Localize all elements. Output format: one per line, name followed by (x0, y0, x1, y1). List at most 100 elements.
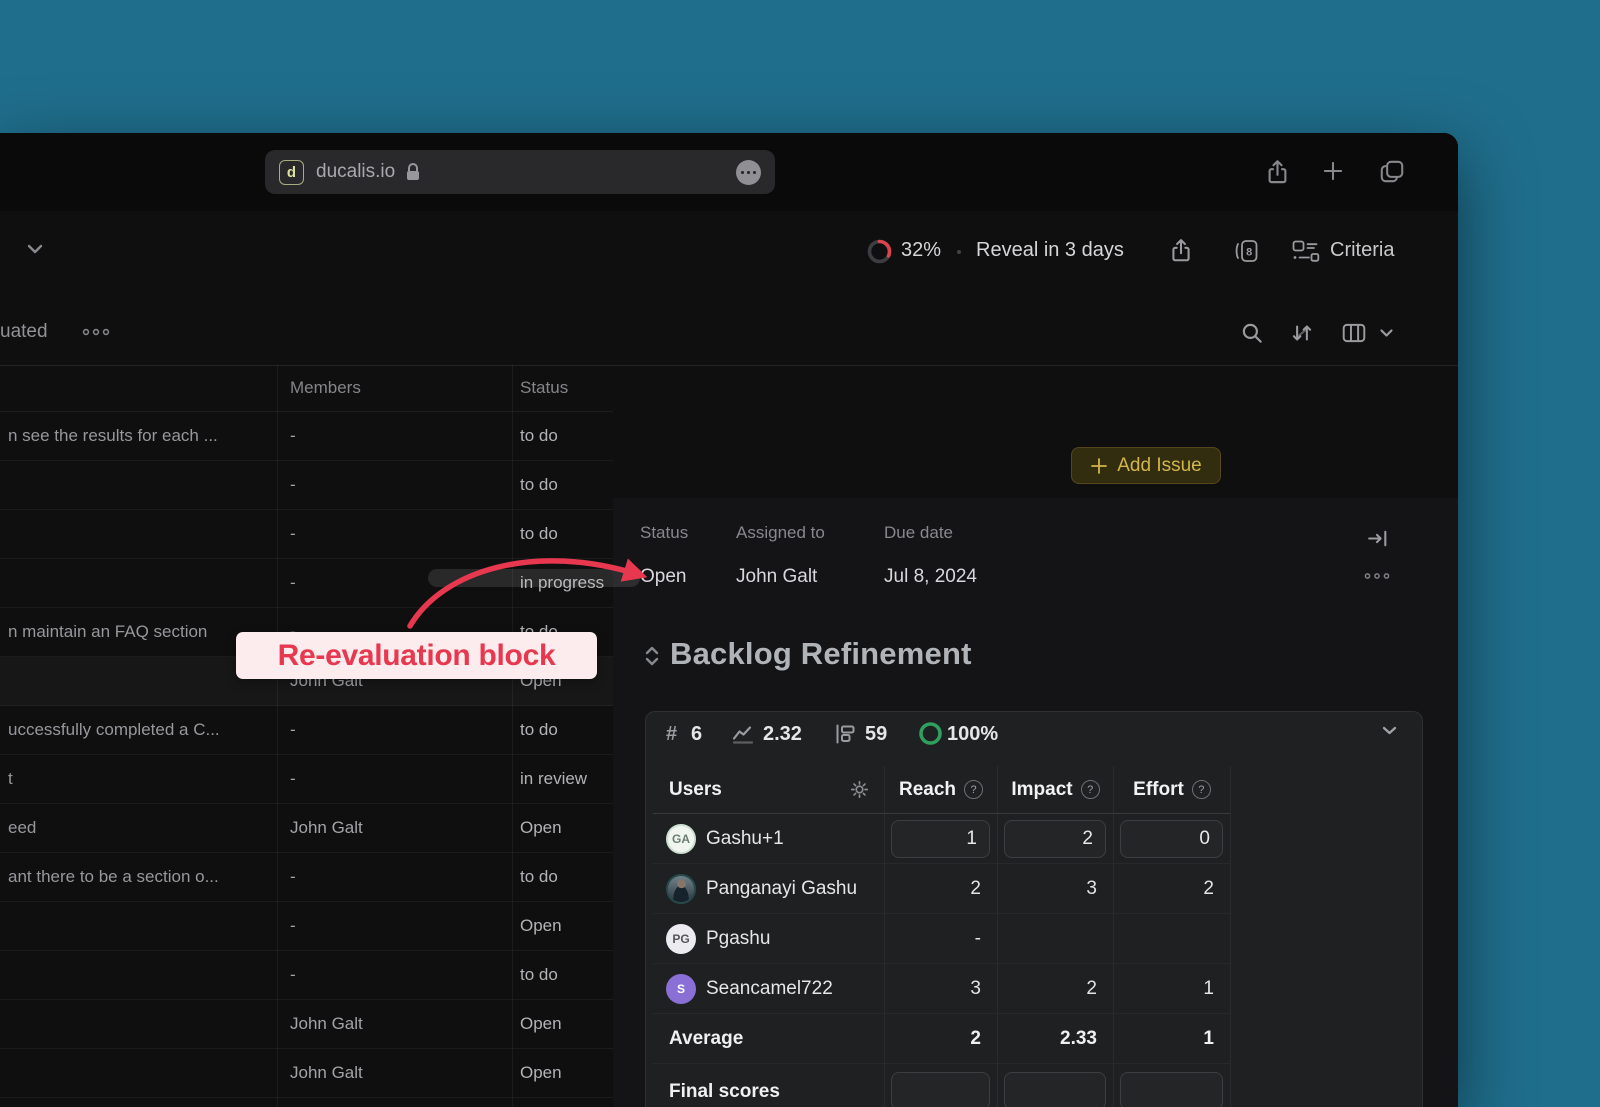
view-chevron-icon[interactable] (1379, 328, 1394, 338)
final-reach-input[interactable] (891, 1072, 990, 1107)
score-row: GA Gashu+1 (653, 814, 1232, 864)
page-menu-icon[interactable] (736, 160, 761, 185)
panel-more-icon[interactable] (1363, 571, 1391, 581)
score-row: Panganayi Gashu 2 3 2 (653, 864, 1232, 914)
user-name: Pgashu (706, 928, 770, 950)
add-issue-label: Add Issue (1117, 455, 1202, 477)
average-reach: 2 (970, 1028, 981, 1050)
final-effort-input[interactable] (1120, 1072, 1223, 1107)
criteria-icon[interactable] (1292, 240, 1320, 264)
average-impact: 2.33 (1060, 1028, 1097, 1050)
board-collapse-chevron-icon[interactable] (26, 243, 44, 255)
issues-count: 6 (691, 723, 702, 746)
table-row[interactable]: ant there to be a section o...-to do (0, 853, 613, 902)
board-title[interactable]: Backlog Refinement (670, 636, 972, 672)
assigned-field-label: Assigned to (736, 523, 825, 543)
table-row[interactable]: eedJohn GaltOpen (0, 804, 613, 853)
sync-board-icon[interactable] (643, 642, 661, 670)
effort-header: Effort (1133, 779, 1184, 801)
table-row[interactable]: uccessfully completed a C...-to do (0, 706, 613, 755)
users-header: Users (669, 779, 722, 801)
final-impact-input[interactable] (1004, 1072, 1106, 1107)
criteria-label[interactable]: Criteria (1330, 239, 1394, 262)
score-row: S Seancamel722 3 2 1 (653, 964, 1232, 1014)
effort-score-input[interactable] (1120, 820, 1223, 858)
table-row[interactable]: John GaltOpen (0, 1000, 613, 1049)
evaluation-card: # 6 2.32 59 100% Users (645, 711, 1423, 1107)
evaluated-percent: 100% (947, 723, 998, 746)
avatar: PG (666, 924, 696, 954)
search-icon[interactable] (1239, 320, 1265, 346)
user-name: Gashu+1 (706, 828, 784, 850)
new-tab-icon[interactable] (1320, 158, 1346, 184)
collapse-panel-icon[interactable] (1365, 526, 1390, 551)
table-row[interactable]: t-in review (0, 755, 613, 804)
avg-score-icon (731, 723, 755, 745)
avatar: S (666, 974, 696, 1004)
list-more-icon[interactable] (81, 326, 111, 338)
average-row: Average 2 2.33 1 (653, 1014, 1232, 1064)
issues-table-body: n see the results for each ...-to do -to… (0, 412, 613, 1098)
impact-header: Impact (1011, 779, 1072, 801)
reveal-countdown[interactable]: Reveal in 3 days (976, 239, 1124, 262)
reach-score: 3 (970, 978, 981, 1000)
assigned-field-value[interactable]: John Galt (736, 566, 817, 588)
average-label: Average (669, 1028, 743, 1050)
card-collapse-chevron-icon[interactable] (1381, 725, 1398, 736)
impact-score: 2 (1086, 978, 1097, 1000)
lock-icon (405, 162, 421, 182)
avg-score-value: 2.32 (763, 723, 802, 746)
cards-stack-icon[interactable]: 8 (1233, 237, 1261, 265)
table-row[interactable]: -to do (0, 461, 613, 510)
score-table: Users Reach ? Impact (653, 766, 1232, 1107)
votes-icon (833, 722, 857, 746)
browser-chrome: d ducalis.io (0, 133, 1458, 211)
evaluation-progress-ring (866, 238, 893, 265)
share-board-icon[interactable] (1168, 236, 1194, 265)
members-column-header[interactable]: Members (277, 378, 512, 398)
table-row[interactable]: -Open (0, 902, 613, 951)
tabs-overview-icon[interactable] (1378, 158, 1406, 185)
reach-help-icon[interactable]: ? (964, 780, 983, 799)
table-row[interactable]: John GaltOpen (0, 1049, 613, 1098)
reach-score-input[interactable] (891, 820, 990, 858)
score-row: PG Pgashu - (653, 914, 1232, 964)
final-scores-label: Final scores (669, 1081, 780, 1103)
score-table-header: Users Reach ? Impact (653, 766, 1232, 814)
site-favicon: d (279, 160, 304, 185)
table-row[interactable]: -to do (0, 951, 613, 1000)
add-issue-button[interactable]: Add Issue (1071, 447, 1221, 484)
average-effort: 1 (1203, 1028, 1214, 1050)
annotation-label: Re-evaluation block (236, 632, 597, 679)
votes-value: 59 (865, 723, 887, 746)
avatar: GA (666, 824, 696, 854)
effort-help-icon[interactable]: ? (1192, 780, 1211, 799)
dot-separator (957, 250, 961, 254)
reach-score: 2 (970, 878, 981, 900)
issue-detail-panel: Status Assigned to Due date Open John Ga… (613, 498, 1458, 1107)
due-field-value[interactable]: Jul 8, 2024 (884, 566, 977, 588)
impact-help-icon[interactable]: ? (1081, 780, 1100, 799)
address-bar[interactable]: d ducalis.io (265, 150, 775, 194)
issues-table-header: Members Status (0, 365, 613, 412)
avatar-photo (666, 874, 696, 904)
table-row[interactable]: n see the results for each ...-to do (0, 412, 613, 461)
hash-icon: # (666, 723, 677, 746)
evaluated-ring-icon (917, 720, 944, 747)
svg-text:8: 8 (1246, 247, 1252, 259)
impact-score-input[interactable] (1004, 820, 1106, 858)
sort-icon[interactable] (1289, 320, 1315, 346)
tab-evaluated-truncated[interactable]: uated (0, 321, 48, 343)
effort-score: 1 (1203, 978, 1214, 1000)
browser-window: d ducalis.io 32% Rev (0, 133, 1458, 1107)
user-name: Seancamel722 (706, 978, 833, 1000)
impact-score: 3 (1086, 878, 1097, 900)
due-field-label: Due date (884, 523, 953, 543)
browser-share-icon[interactable] (1264, 157, 1291, 187)
annotation-arrow (385, 530, 675, 645)
columns-view-icon[interactable] (1341, 321, 1367, 345)
gear-icon[interactable] (849, 779, 870, 800)
progress-percent: 32% (901, 239, 941, 262)
status-column-header[interactable]: Status (512, 378, 613, 398)
final-scores-row: Final scores (653, 1064, 1232, 1107)
